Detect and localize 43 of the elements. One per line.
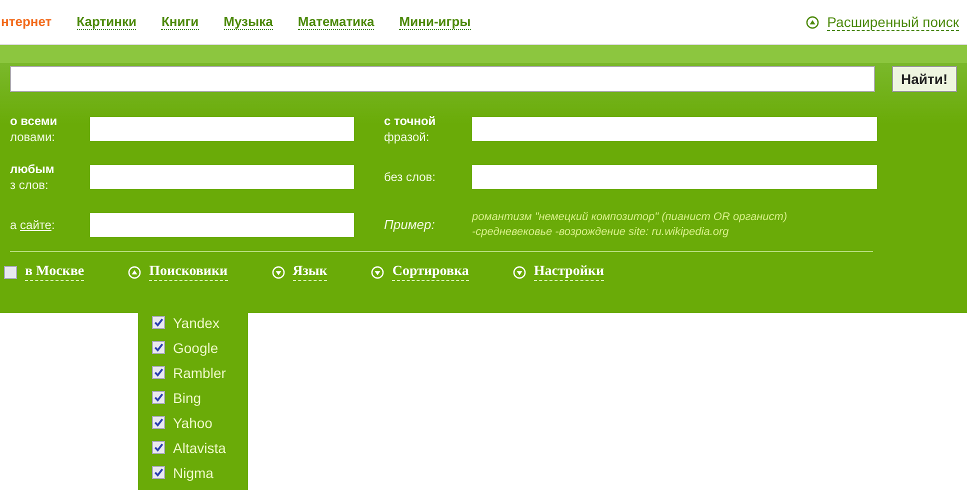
nav-tab[interactable]: Математика bbox=[298, 14, 374, 30]
field-label: с точной фразой: bbox=[384, 113, 437, 145]
search-field[interactable] bbox=[10, 66, 875, 92]
engine-label[interactable]: Altavista bbox=[173, 440, 226, 456]
checkbox[interactable] bbox=[152, 466, 165, 479]
input-field[interactable] bbox=[90, 117, 354, 141]
input-field[interactable] bbox=[472, 165, 877, 189]
checkbox[interactable] bbox=[152, 416, 165, 429]
site-link[interactable]: сайте bbox=[20, 217, 52, 233]
nav-tab[interactable]: Музыка bbox=[224, 14, 273, 30]
checkbox[interactable] bbox=[4, 266, 17, 278]
option-link[interactable]: Сортировка bbox=[392, 264, 469, 280]
engine-label[interactable]: Google bbox=[173, 340, 218, 356]
checkbox[interactable] bbox=[152, 341, 165, 354]
checkbox[interactable] bbox=[152, 441, 165, 454]
option-link[interactable]: в Москве bbox=[25, 264, 84, 280]
field-label: о всеми ловами: bbox=[10, 113, 58, 145]
nav-tab[interactable]: Мини-игры bbox=[399, 14, 471, 30]
option-link[interactable]: Настройки bbox=[534, 264, 604, 280]
example-text: романтизм "немецкий композитор" (пианист OR органист) -средневековье -возрождение site: ru.wikipedia.org bbox=[472, 210, 788, 240]
engine-label[interactable]: Yandex bbox=[173, 314, 220, 330]
engine-label[interactable]: Rambler bbox=[173, 364, 226, 380]
search-button[interactable]: Найти! bbox=[892, 66, 957, 92]
checkbox[interactable] bbox=[152, 366, 165, 379]
nav-tab[interactable]: нтернет bbox=[1, 14, 52, 30]
checkbox[interactable] bbox=[152, 391, 165, 404]
input-field[interactable] bbox=[90, 165, 354, 189]
nav-tab[interactable]: Картинки bbox=[76, 14, 136, 30]
field-label: без слов: bbox=[384, 169, 437, 185]
field-label: : bbox=[51, 217, 55, 233]
engine-label[interactable]: Yahoo bbox=[173, 414, 212, 430]
option-link[interactable]: Поисковики bbox=[149, 264, 228, 280]
example-label: Пример: bbox=[384, 217, 436, 233]
advanced-search-link[interactable]: Расширенный поиск bbox=[827, 14, 959, 30]
option-link[interactable]: Язык bbox=[292, 264, 328, 280]
input-field[interactable] bbox=[90, 213, 354, 237]
checkbox[interactable] bbox=[152, 316, 165, 329]
nav-tab[interactable]: Книги bbox=[161, 14, 199, 30]
field-label: а bbox=[10, 217, 18, 233]
engine-label[interactable]: Bing bbox=[173, 390, 202, 406]
field-label: любым з слов: bbox=[10, 161, 56, 193]
engine-label[interactable]: Nigma bbox=[173, 464, 214, 480]
input-field[interactable] bbox=[472, 117, 877, 141]
